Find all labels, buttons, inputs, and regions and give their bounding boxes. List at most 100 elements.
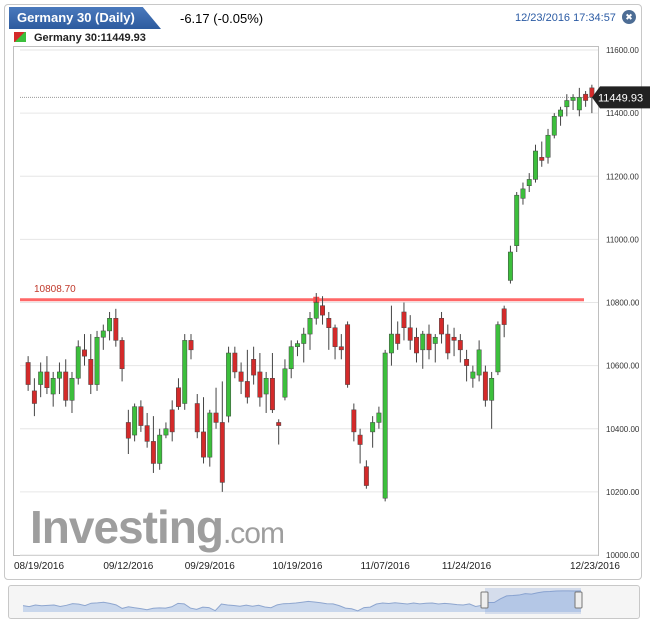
candle-body	[38, 371, 44, 385]
y-tick-label: 11400.00	[606, 109, 639, 118]
candle-body	[25, 362, 31, 385]
candle-body	[533, 150, 538, 180]
candle-body	[570, 97, 576, 101]
candle-body	[238, 371, 244, 382]
candle-body	[263, 378, 269, 395]
candle-body	[88, 359, 94, 385]
candle-body	[63, 371, 69, 401]
candle-body	[476, 349, 482, 376]
y-tick-label: 11600.00	[606, 46, 639, 55]
x-tick-label: 09/12/2016	[103, 561, 153, 572]
candle-body	[57, 371, 62, 379]
candle-body	[520, 188, 526, 199]
candle-body	[295, 343, 300, 347]
candle-body	[426, 333, 432, 351]
candle-body	[69, 378, 75, 401]
x-tick-label: 08/19/2016	[14, 561, 64, 572]
range-navigator[interactable]	[8, 585, 640, 619]
candle-body	[539, 157, 545, 161]
candle-body	[551, 116, 557, 136]
candle-body	[507, 251, 513, 281]
candle-body	[232, 352, 238, 373]
candle-body	[219, 422, 225, 483]
candle-body	[545, 134, 551, 158]
y-tick-label: 10600.00	[606, 362, 640, 371]
candle-body	[201, 431, 206, 458]
candle-body	[251, 359, 257, 376]
candle-body	[144, 425, 150, 442]
candle-body	[194, 403, 200, 433]
candle-body	[307, 318, 313, 335]
y-tick-label: 10200.00	[606, 488, 640, 497]
y-tick-label: 10800.00	[606, 299, 640, 308]
candle-body	[558, 109, 563, 117]
candlestick-chart[interactable]: 10000.00 10200.00 10400.00 10600.00 10800.00…	[0, 0, 650, 580]
candle-body	[564, 100, 570, 108]
candle-body	[107, 318, 113, 332]
x-tick-label: 11/07/2016	[361, 561, 411, 572]
y-tick-label: 11000.00	[606, 235, 639, 244]
candle-body	[320, 305, 325, 316]
candle-body	[351, 409, 357, 433]
x-tick-label: 09/29/2016	[185, 561, 235, 572]
candle-body	[583, 93, 589, 101]
y-tick-label: 11200.00	[606, 172, 639, 181]
candle-body	[244, 381, 250, 398]
candle-body	[526, 179, 532, 186]
candle-body	[376, 412, 382, 423]
candle-body	[44, 371, 50, 388]
candle-body	[420, 333, 426, 351]
candle-body	[269, 378, 275, 411]
candle-body	[276, 422, 282, 426]
candle-body	[363, 466, 369, 486]
candle-body	[313, 302, 319, 319]
candle-body	[113, 318, 119, 341]
candle-body	[388, 333, 394, 354]
candle-body	[119, 340, 125, 370]
candle-body	[75, 346, 81, 379]
candle-body	[382, 352, 388, 499]
candle-body	[451, 336, 457, 341]
navigator-left-handle[interactable]	[480, 591, 489, 609]
candle-body	[125, 422, 131, 439]
candle-body	[163, 428, 169, 436]
candle-body	[132, 406, 138, 436]
candle-body	[482, 371, 488, 401]
candle-body	[514, 194, 520, 246]
support-level-label: 10808.70	[34, 284, 76, 295]
navigator-right-handle[interactable]	[574, 591, 583, 609]
candle-body	[226, 352, 232, 417]
y-tick-label: 10400.00	[606, 425, 640, 434]
candle-body	[188, 340, 194, 351]
candle-body	[576, 97, 582, 111]
candle-body	[445, 333, 451, 354]
navigator-selection	[485, 588, 581, 614]
candle-body	[501, 308, 507, 325]
candle-body	[370, 422, 376, 433]
candle-body	[94, 336, 100, 385]
candle-body	[169, 409, 175, 433]
candle-body	[395, 333, 401, 344]
candle-body	[288, 346, 294, 370]
navigator-overview[interactable]	[9, 586, 639, 618]
candle-body	[470, 371, 476, 379]
candle-body	[401, 311, 407, 328]
candle-body	[432, 336, 438, 344]
watermark-logo: Investing.com	[30, 501, 285, 553]
candle-body	[457, 340, 463, 351]
candle-body	[31, 390, 37, 404]
candle-body	[439, 318, 444, 335]
candle-body	[150, 441, 156, 464]
candle-body	[407, 327, 413, 341]
candle-body	[138, 406, 144, 426]
x-tick-label: 10/19/2016	[272, 561, 322, 572]
candle-body	[495, 324, 501, 373]
candle-body	[338, 346, 344, 351]
candle-body	[345, 324, 351, 385]
candle-body	[282, 368, 288, 398]
candle-body	[301, 333, 307, 344]
candle-body	[257, 371, 263, 398]
x-tick-label: 11/24/2016	[442, 561, 492, 572]
candle-body	[207, 412, 213, 458]
x-tick-label: 12/23/2016	[570, 561, 620, 572]
